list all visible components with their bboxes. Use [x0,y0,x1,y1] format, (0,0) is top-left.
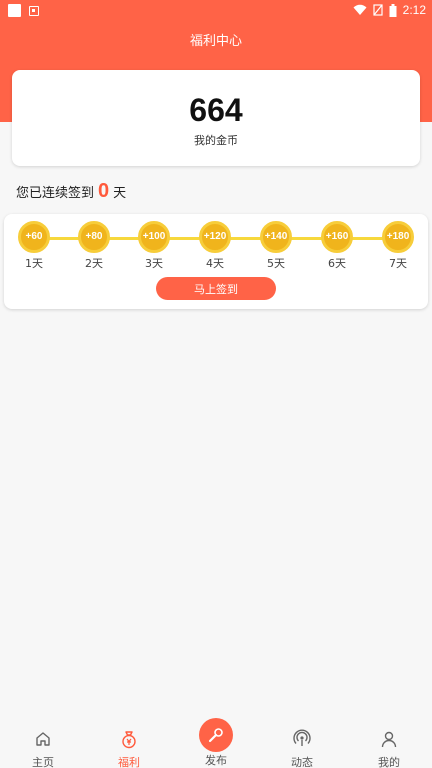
checkin-day-7: +180 7天 [378,221,418,271]
nav-item-profile[interactable]: 我的 [359,718,419,768]
coin-balance-label: 我的金币 [194,134,238,147]
nav-label: 我的 [378,756,400,768]
coin-balance-card: 664 我的金币 [12,70,420,166]
nav-item-feed[interactable]: 动态 [272,718,332,768]
nav-label: 主页 [32,756,54,768]
nav-label: 发布 [205,754,227,767]
streak-info: 您已连续签到 0 天 [16,180,126,203]
day-label: 6天 [328,257,346,270]
day-label: 2天 [85,257,103,270]
reward-coin: +60 [18,221,50,253]
nav-label: 动态 [291,756,313,768]
checkin-card: +60 1天 +80 2天 +100 3天 +120 4天 +140 5天 +1… [4,214,428,309]
battery-icon [389,3,397,17]
checkin-day-3: +100 3天 [134,221,174,271]
reward-coin: +120 [199,221,231,253]
day-label: 4天 [206,257,224,270]
day-label: 1天 [25,257,43,270]
reward-coin: +160 [321,221,353,253]
streak-days-count: 0 [98,180,110,202]
home-icon [36,732,50,746]
money-bag-icon [122,731,136,749]
reward-coin: +140 [260,221,292,253]
nav-item-home[interactable]: 主页 [13,718,73,768]
nav-item-welfare[interactable]: 福利 [99,718,159,768]
publish-button-circle[interactable] [199,718,233,752]
checkin-button[interactable]: 马上签到 [156,277,276,300]
checkin-day-4: +120 4天 [195,221,235,271]
broadcast-icon [293,729,311,746]
reward-coin: +180 [382,221,414,253]
day-label: 5天 [267,257,285,270]
app-notification-icon [29,5,39,16]
nav-item-publish[interactable]: 发布 [186,718,246,768]
status-time: 2:12 [402,3,426,17]
checkin-day-2: +80 2天 [74,221,114,271]
checkin-day-1: +60 1天 [14,221,54,271]
status-bar: 2:12 [0,0,432,22]
reward-coin: +100 [138,221,170,253]
microphone-icon [208,728,223,743]
notification-square-icon [8,4,21,17]
day-label: 3天 [145,257,163,270]
checkin-day-5: +140 5天 [256,221,296,271]
no-signal-icon [373,4,383,16]
streak-prefix: 您已连续签到 [16,186,95,201]
person-icon [381,731,397,748]
nav-label: 福利 [118,756,140,768]
bottom-nav: 主页 福利 发布 动态 我的 [0,718,432,768]
reward-coin: +80 [78,221,110,253]
coin-balance-value: 664 [189,92,243,128]
page-title: 福利中心 [189,34,242,49]
streak-suffix: 天 [113,186,127,201]
day-label: 7天 [389,257,407,270]
checkin-day-6: +160 6天 [317,221,357,271]
wifi-icon [353,4,367,15]
